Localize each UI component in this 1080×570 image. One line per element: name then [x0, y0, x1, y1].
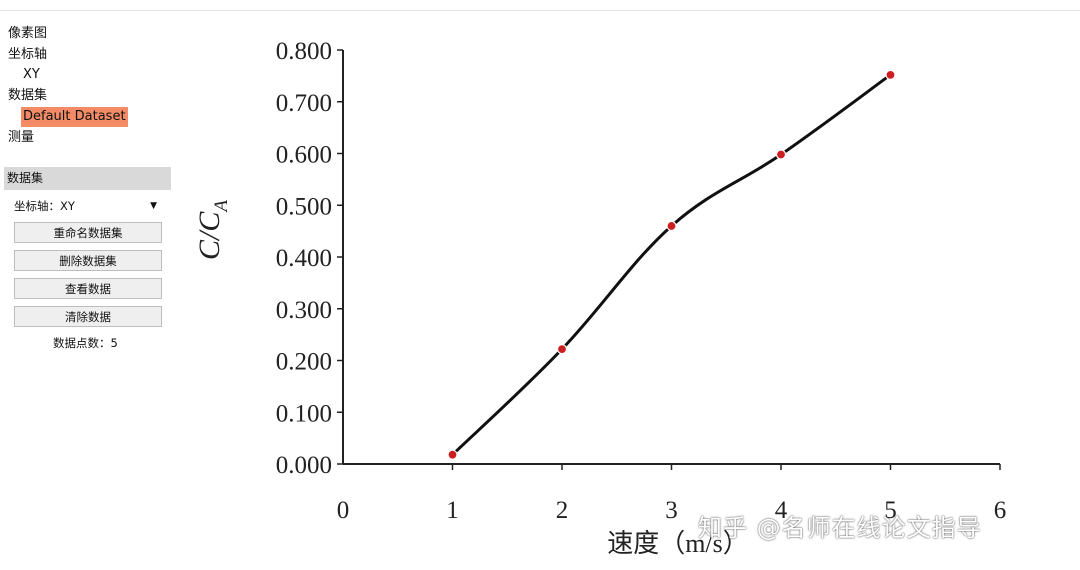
y-tick-label: 0.300 [276, 297, 332, 324]
tree-item-measure[interactable]: 测量 [8, 128, 128, 149]
data-point [666, 220, 677, 232]
point-count-label: 数据点数： [53, 336, 111, 350]
x-tick-label: 1 [446, 497, 459, 524]
y-tick-label: 0.500 [276, 193, 332, 220]
point-count-value: 5 [110, 336, 118, 350]
tree-item-datasets[interactable]: 数据集 [8, 86, 128, 107]
data-point [556, 344, 568, 355]
clear-data-button[interactable]: 清除数据 [14, 306, 162, 327]
x-tick-label: 0 [337, 497, 350, 524]
delete-dataset-button[interactable]: 删除数据集 [14, 250, 162, 271]
tree-item-axes-xy[interactable]: XY [8, 65, 128, 86]
x-tick-label: 2 [556, 497, 569, 524]
top-divider [0, 10, 1080, 11]
y-axis-title: C/CA [193, 200, 232, 260]
y-tick-label: 0.600 [276, 142, 332, 169]
view-data-button[interactable]: 查看数据 [14, 278, 162, 299]
chart-canvas[interactable]: 0.000 0.100 0.200 0.300 0.400 0.500 0.600 0.700… [180, 20, 1060, 565]
document-tree: 像素图 坐标轴 XY 数据集 Default Dataset 测量 [8, 24, 128, 148]
axis-select-value: XY [60, 199, 75, 213]
y-tick-label: 0.800 [276, 38, 332, 65]
x-tick-label: 3 [665, 497, 678, 524]
series-line [451, 73, 892, 456]
tree-item-axes[interactable]: 坐标轴 [8, 45, 128, 66]
y-tick-label: 0.000 [276, 452, 332, 479]
y-tick-label: 0.200 [276, 349, 332, 376]
y-tick-label: 0.400 [276, 245, 332, 272]
y-tick-label: 0.100 [276, 400, 332, 427]
x-tick-label: 6 [994, 497, 1007, 524]
tree-item-pixel-map[interactable]: 像素图 [8, 24, 128, 45]
dataset-panel-header: 数据集 [4, 167, 171, 190]
point-count: 数据点数：5 [53, 335, 118, 351]
rename-dataset-button[interactable]: 重命名数据集 [14, 222, 162, 243]
data-point [447, 449, 458, 460]
watermark: 知乎 @名师在线论文指导 [698, 514, 982, 542]
data-point [885, 69, 896, 80]
tree-item-default-dataset[interactable]: Default Dataset [21, 106, 128, 127]
y-tick-label: 0.700 [276, 90, 332, 117]
axis-select-label: 坐标轴： [14, 199, 60, 213]
axis-select[interactable]: 坐标轴：XY ▼ [14, 198, 160, 214]
dropdown-arrow-icon[interactable]: ▼ [150, 198, 157, 214]
data-point [775, 149, 787, 160]
